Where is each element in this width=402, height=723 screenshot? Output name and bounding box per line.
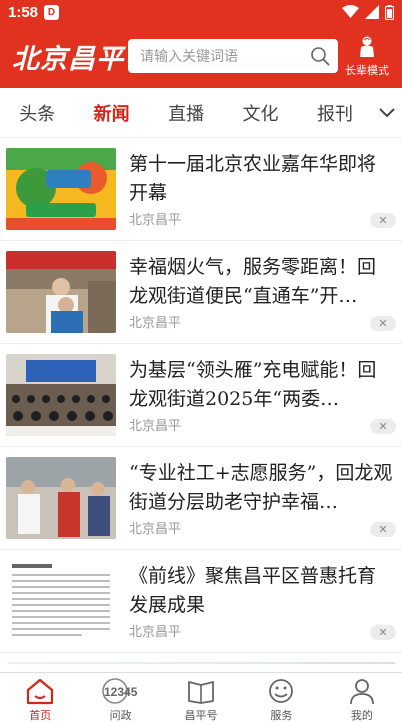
agri-carnival-photo: [6, 148, 116, 230]
home-icon: [27, 678, 54, 705]
news-title[interactable]: “专业社工+志愿服务”，回龙观街道分层助老守护幸福…: [129, 459, 394, 517]
app-header: 北京昌平 请输入关键词语 长辈模式: [0, 24, 402, 88]
signal-icon: [365, 5, 379, 19]
news-source: 北京昌平: [129, 419, 182, 434]
close-icon: ✕: [378, 317, 388, 330]
tab-headlines[interactable]: 头条: [0, 100, 74, 126]
book-icon: [188, 681, 214, 704]
news-title[interactable]: 《前线》聚焦昌平区普惠托育发展成果: [129, 562, 394, 620]
news-list: 第十一届北京农业嘉年华即将开幕 北京昌平 ✕ 幸福烟火气，服务零距离！回龙观街道…: [0, 138, 402, 664]
search-input[interactable]: 请输入关键词语: [128, 39, 338, 73]
hotline-12345-icon: 12345: [101, 678, 138, 704]
search-icon[interactable]: [310, 46, 330, 66]
nav-label: 首页: [29, 709, 52, 722]
close-icon: ✕: [378, 523, 388, 536]
close-icon: ✕: [378, 626, 388, 639]
dismiss-button[interactable]: ✕: [370, 522, 396, 537]
chevron-down-icon: [379, 107, 395, 117]
wifi-icon: [342, 5, 359, 18]
search-placeholder: 请输入关键词语: [140, 49, 238, 65]
news-source: 北京昌平: [129, 316, 182, 331]
nav-profile[interactable]: 我的: [322, 673, 402, 723]
app-logo: 北京昌平: [12, 43, 124, 75]
news-title[interactable]: 第十一届北京农业嘉年华即将开幕: [129, 150, 394, 208]
smile-icon: [269, 679, 294, 703]
dismiss-button[interactable]: ✕: [370, 316, 396, 331]
news-source: 北京昌平: [129, 213, 182, 228]
news-title[interactable]: 为基层“领头雁”充电赋能！回龙观街道2025年“两委…: [129, 356, 394, 414]
dismiss-button[interactable]: ✕: [370, 625, 396, 640]
news-item[interactable]: “专业社工+志愿服务”，回龙观街道分层助老守护幸福… 北京昌平 ✕: [0, 447, 402, 550]
elder-mode-label: 长辈模式: [345, 63, 389, 77]
nav-label: 我的: [350, 709, 373, 722]
nav-label: 问政: [109, 709, 132, 722]
news-item[interactable]: 幸福烟火气，服务零距离！回龙观街道便民“直通车”开… 北京昌平 ✕: [0, 241, 402, 344]
close-icon: ✕: [378, 214, 388, 227]
status-time: 1:58: [8, 3, 39, 21]
elder-icon: [360, 36, 374, 57]
elder-mode-button[interactable]: 长辈模式: [342, 35, 392, 78]
tab-culture[interactable]: 文化: [223, 100, 297, 126]
meeting-hall-photo: [6, 354, 116, 436]
notification-app-icon: D: [44, 4, 60, 20]
tabs-expand-button[interactable]: [372, 107, 402, 118]
user-icon: [349, 679, 374, 705]
elderly-care-photo: [6, 457, 116, 539]
dismiss-button[interactable]: ✕: [370, 419, 396, 434]
document-page-photo: [6, 560, 116, 642]
bottom-nav: 首页 12345 问政 昌平号 服务 我的: [0, 672, 402, 723]
nav-changping-account[interactable]: 昌平号: [161, 673, 241, 723]
news-item[interactable]: 为基层“领头雁”充电赋能！回龙观街道2025年“两委… 北京昌平 ✕: [0, 344, 402, 447]
news-item[interactable]: 第十一届北京农业嘉年华即将开幕 北京昌平 ✕: [0, 138, 402, 241]
promo-banner[interactable]: [6, 662, 396, 664]
close-icon: ✕: [378, 420, 388, 433]
news-source: 北京昌平: [129, 625, 182, 640]
nav-services[interactable]: 服务: [241, 673, 321, 723]
tab-news[interactable]: 新闻: [74, 100, 148, 126]
haircut-service-photo: [6, 251, 116, 333]
tab-press[interactable]: 报刊: [298, 100, 372, 126]
news-item[interactable]: 《前线》聚焦昌平区普惠托育发展成果 北京昌平 ✕: [0, 550, 402, 653]
nav-home[interactable]: 首页: [0, 673, 80, 723]
news-title[interactable]: 幸福烟火气，服务零距离！回龙观街道便民“直通车”开…: [129, 253, 394, 311]
battery-icon: [385, 4, 394, 20]
hotline-number: 12345: [104, 685, 138, 699]
news-source: 北京昌平: [129, 522, 182, 537]
dismiss-button[interactable]: ✕: [370, 213, 396, 228]
status-bar: 1:58 D: [0, 0, 402, 24]
nav-label: 昌平号: [184, 709, 218, 722]
category-tabs: 头条 新闻 直播 文化 报刊: [0, 88, 402, 138]
nav-label: 服务: [270, 709, 293, 722]
tab-live[interactable]: 直播: [149, 100, 223, 126]
nav-inquiry[interactable]: 12345 问政: [80, 673, 160, 723]
